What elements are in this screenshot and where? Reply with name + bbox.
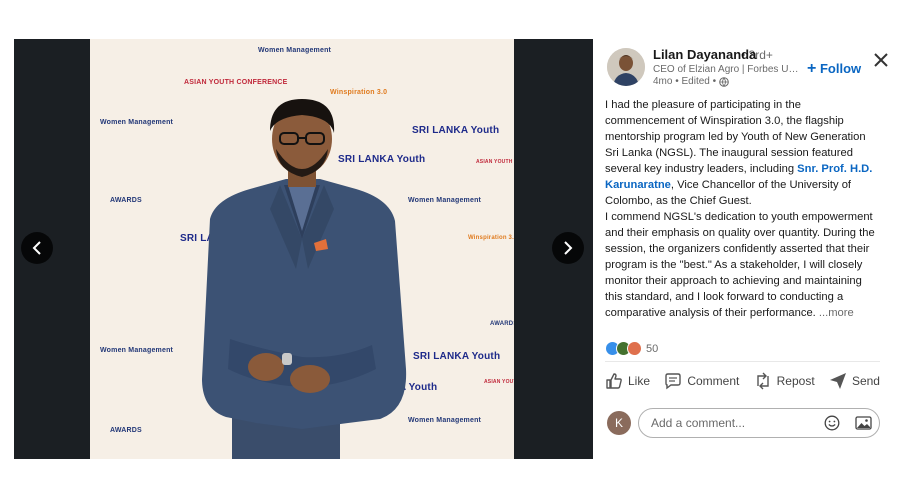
follow-label: Follow — [819, 61, 862, 76]
person-figure — [202, 99, 407, 459]
repost-icon — [756, 372, 769, 390]
post-body: I had the pleasure of participating in t… — [605, 97, 877, 321]
comment-button[interactable]: Comment — [664, 372, 739, 390]
send-button[interactable]: Send — [829, 372, 880, 390]
chevron-left-icon — [32, 241, 41, 255]
thumbs-up-icon — [606, 373, 622, 389]
post-paragraph-1: I had the pleasure of participating in t… — [605, 99, 873, 207]
post-time: 4mo • Edited • — [653, 76, 717, 87]
comment-input[interactable] — [649, 415, 823, 431]
next-image-button[interactable] — [552, 232, 584, 264]
reaction-count: 50 — [646, 342, 659, 355]
paper-plane-icon — [829, 373, 846, 389]
image-viewer: SRI LANKA Youth SRI LANKA Youth SRI LANK… — [14, 39, 593, 459]
post-photo: SRI LANKA Youth SRI LANKA Youth SRI LANK… — [90, 39, 514, 459]
repost-button[interactable]: Repost — [754, 372, 815, 390]
post-meta: 4mo • Edited • — [653, 76, 729, 87]
like-button[interactable]: Like — [605, 372, 650, 390]
close-icon[interactable] — [872, 51, 890, 69]
current-user-avatar[interactable]: K — [607, 411, 631, 435]
action-bar: Like Comment Repost Send — [605, 372, 880, 390]
previous-image-button[interactable] — [21, 232, 53, 264]
plus-icon: + — [807, 60, 817, 77]
post-details-panel: Lilan Dayananda • 3rd+ CEO of Elzian Agr… — [593, 39, 890, 459]
divider — [605, 361, 880, 362]
reactions-summary[interactable]: 50 — [605, 341, 658, 356]
globe-icon — [719, 76, 729, 87]
see-more-link[interactable]: ...more — [819, 307, 854, 319]
speech-bubble-icon — [665, 373, 682, 390]
author-photo — [607, 48, 645, 86]
connection-degree: • 3rd+ — [741, 48, 773, 62]
emoji-icon[interactable] — [824, 415, 840, 431]
follow-button[interactable]: + Follow — [807, 60, 861, 78]
comment-box[interactable] — [638, 408, 880, 438]
author-headline: CEO of Elzian Agro | Forbes Unde... — [653, 64, 801, 75]
image-icon[interactable] — [855, 415, 872, 431]
post-paragraph-2: I commend NGSL's dedication to youth emp… — [605, 211, 875, 319]
author-avatar[interactable] — [607, 48, 645, 86]
chevron-right-icon — [564, 241, 573, 255]
love-reaction-icon — [627, 341, 642, 356]
